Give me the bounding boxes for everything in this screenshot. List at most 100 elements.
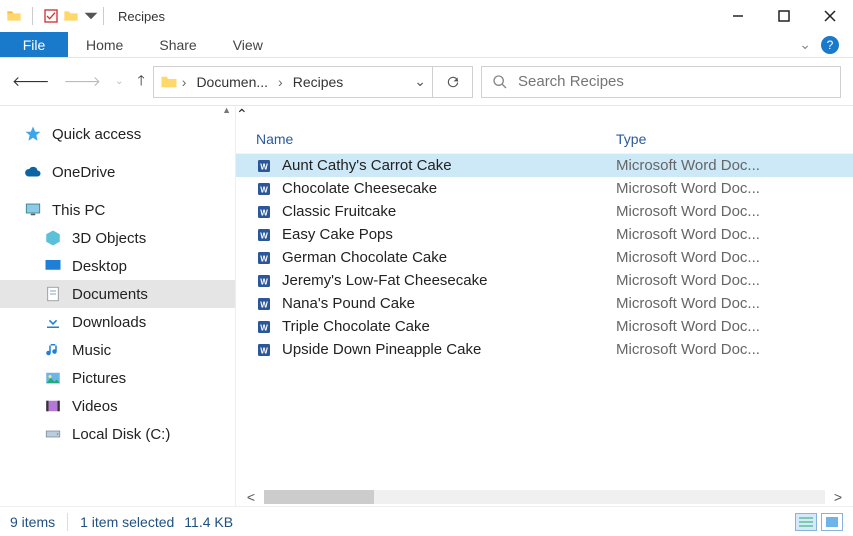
nav-downloads[interactable]: Downloads <box>0 308 235 336</box>
horizontal-scrollbar[interactable]: < > <box>236 488 853 506</box>
nav-3d-objects[interactable]: 3D Objects <box>0 224 235 252</box>
pictures-icon <box>44 369 62 387</box>
file-row[interactable]: W Jeremy's Low-Fat CheesecakeMicrosoft Wo… <box>236 269 853 292</box>
address-dropdown-icon[interactable]: ⌄ <box>414 73 426 90</box>
svg-text:W: W <box>260 185 268 194</box>
svg-text:W: W <box>260 231 268 240</box>
navigation-bar: 🡐 🡒 ⌄ 🡑 › Documen... › Recipes ⌄ <box>0 58 853 106</box>
refresh-button[interactable] <box>433 66 473 98</box>
file-tab[interactable]: File <box>0 32 68 57</box>
column-name[interactable]: Name <box>256 131 616 147</box>
svg-text:W: W <box>260 323 268 332</box>
file-name: German Chocolate Cake <box>276 249 616 266</box>
file-name: Aunt Cathy's Carrot Cake <box>276 157 616 174</box>
file-list-pane: ⌃ Name Type WAunt Cathy's Carrot CakeMic… <box>236 106 853 506</box>
cube-icon <box>44 229 62 247</box>
scroll-right-icon[interactable]: > <box>829 489 847 505</box>
search-input[interactable] <box>518 73 830 90</box>
quick-access-check-icon[interactable] <box>43 8 59 24</box>
cloud-icon <box>24 163 42 181</box>
view-details-button[interactable] <box>795 513 817 531</box>
status-bar: 9 items 1 item selected 11.4 KB <box>0 506 853 536</box>
status-selected: 1 item selected <box>80 514 174 530</box>
nav-pictures[interactable]: Pictures <box>0 364 235 392</box>
file-name: Triple Chocolate Cake <box>276 318 616 335</box>
file-name: Nana's Pound Cake <box>276 295 616 312</box>
monitor-icon <box>24 201 42 219</box>
file-type: Microsoft Word Doc... <box>616 249 760 266</box>
file-row[interactable]: WChocolate CheesecakeMicrosoft Word Doc.… <box>236 177 853 200</box>
file-name: Upside Down Pineapple Cake <box>276 341 616 358</box>
sort-indicator-icon: ⌃ <box>236 106 853 123</box>
nav-desktop[interactable]: Desktop <box>0 252 235 280</box>
forward-button[interactable]: 🡒 <box>64 73 102 90</box>
nav-videos[interactable]: Videos <box>0 392 235 420</box>
file-row[interactable]: WTriple Chocolate CakeMicrosoft Word Doc… <box>236 315 853 338</box>
svg-text:W: W <box>260 208 268 217</box>
file-row[interactable]: WNana's Pound CakeMicrosoft Word Doc... <box>236 292 853 315</box>
file-row[interactable]: WClassic FruitcakeMicrosoft Word Doc... <box>236 200 853 223</box>
folder-icon-small <box>63 8 79 24</box>
download-icon <box>44 313 62 331</box>
breadcrumb-seg-1[interactable]: Recipes <box>287 72 350 92</box>
ribbon: File Home Share View ⌄ ? <box>0 32 853 58</box>
file-row[interactable]: W Easy Cake PopsMicrosoft Word Doc... <box>236 223 853 246</box>
scroll-up-icon[interactable]: ▲ <box>222 106 231 115</box>
back-button[interactable]: 🡐 <box>12 73 50 90</box>
help-icon[interactable]: ? <box>821 36 839 54</box>
file-type: Microsoft Word Doc... <box>616 341 760 358</box>
svg-text:W: W <box>260 300 268 309</box>
view-large-icons-button[interactable] <box>821 513 843 531</box>
word-doc-icon: W <box>256 227 276 243</box>
svg-text:W: W <box>260 254 268 263</box>
dropdown-caret-icon[interactable] <box>83 8 93 24</box>
word-doc-icon: W <box>256 273 276 289</box>
up-button[interactable]: 🡑 <box>137 70 144 94</box>
document-icon <box>44 285 62 303</box>
nav-music[interactable]: Music <box>0 336 235 364</box>
window-title: Recipes <box>118 9 165 24</box>
word-doc-icon: W <box>256 342 276 358</box>
nav-documents[interactable]: Documents <box>0 280 235 308</box>
status-item-count: 9 items <box>10 514 55 530</box>
quick-access[interactable]: Quick access <box>0 120 235 148</box>
breadcrumb-seg-0[interactable]: Documen... <box>190 72 274 92</box>
tab-share[interactable]: Share <box>141 32 214 57</box>
file-row[interactable]: WUpside Down Pineapple CakeMicrosoft Wor… <box>236 338 853 361</box>
chevron-right-icon[interactable]: › <box>180 74 189 90</box>
onedrive[interactable]: OneDrive <box>0 158 235 186</box>
navigation-pane[interactable]: ▲ Quick access OneDrive This PC 3D Objec… <box>0 106 236 506</box>
status-size: 11.4 KB <box>184 514 233 530</box>
tab-home[interactable]: Home <box>68 32 141 57</box>
scroll-thumb[interactable] <box>264 490 374 504</box>
maximize-button[interactable] <box>761 0 807 32</box>
word-doc-icon: W <box>256 204 276 220</box>
folder-icon <box>6 8 22 24</box>
search-box[interactable] <box>481 66 841 98</box>
nav-local-disk[interactable]: Local Disk (C:) <box>0 420 235 448</box>
column-type[interactable]: Type <box>616 131 833 147</box>
star-icon <box>24 125 42 143</box>
scroll-left-icon[interactable]: < <box>242 489 260 505</box>
file-type: Microsoft Word Doc... <box>616 226 760 243</box>
file-type: Microsoft Word Doc... <box>616 180 760 197</box>
this-pc[interactable]: This PC <box>0 196 235 224</box>
file-name: Jeremy's Low-Fat Cheesecake <box>276 272 616 289</box>
svg-text:W: W <box>260 277 268 286</box>
disk-icon <box>44 425 62 443</box>
tab-view[interactable]: View <box>215 32 281 57</box>
ribbon-collapse-icon[interactable]: ⌄ <box>799 36 811 53</box>
file-type: Microsoft Word Doc... <box>616 272 760 289</box>
desktop-icon <box>44 257 62 275</box>
chevron-right-icon[interactable]: › <box>276 74 285 90</box>
word-doc-icon: W <box>256 319 276 335</box>
address-bar[interactable]: › Documen... › Recipes ⌄ <box>153 66 433 98</box>
file-row[interactable]: W German Chocolate CakeMicrosoft Word Doc… <box>236 246 853 269</box>
minimize-button[interactable] <box>715 0 761 32</box>
word-doc-icon: W <box>256 250 276 266</box>
recent-locations-caret-icon[interactable]: ⌄ <box>115 76 123 87</box>
close-button[interactable] <box>807 0 853 32</box>
file-name: Easy Cake Pops <box>276 226 616 243</box>
file-row[interactable]: WAunt Cathy's Carrot CakeMicrosoft Word … <box>236 154 853 177</box>
file-type: Microsoft Word Doc... <box>616 203 760 220</box>
